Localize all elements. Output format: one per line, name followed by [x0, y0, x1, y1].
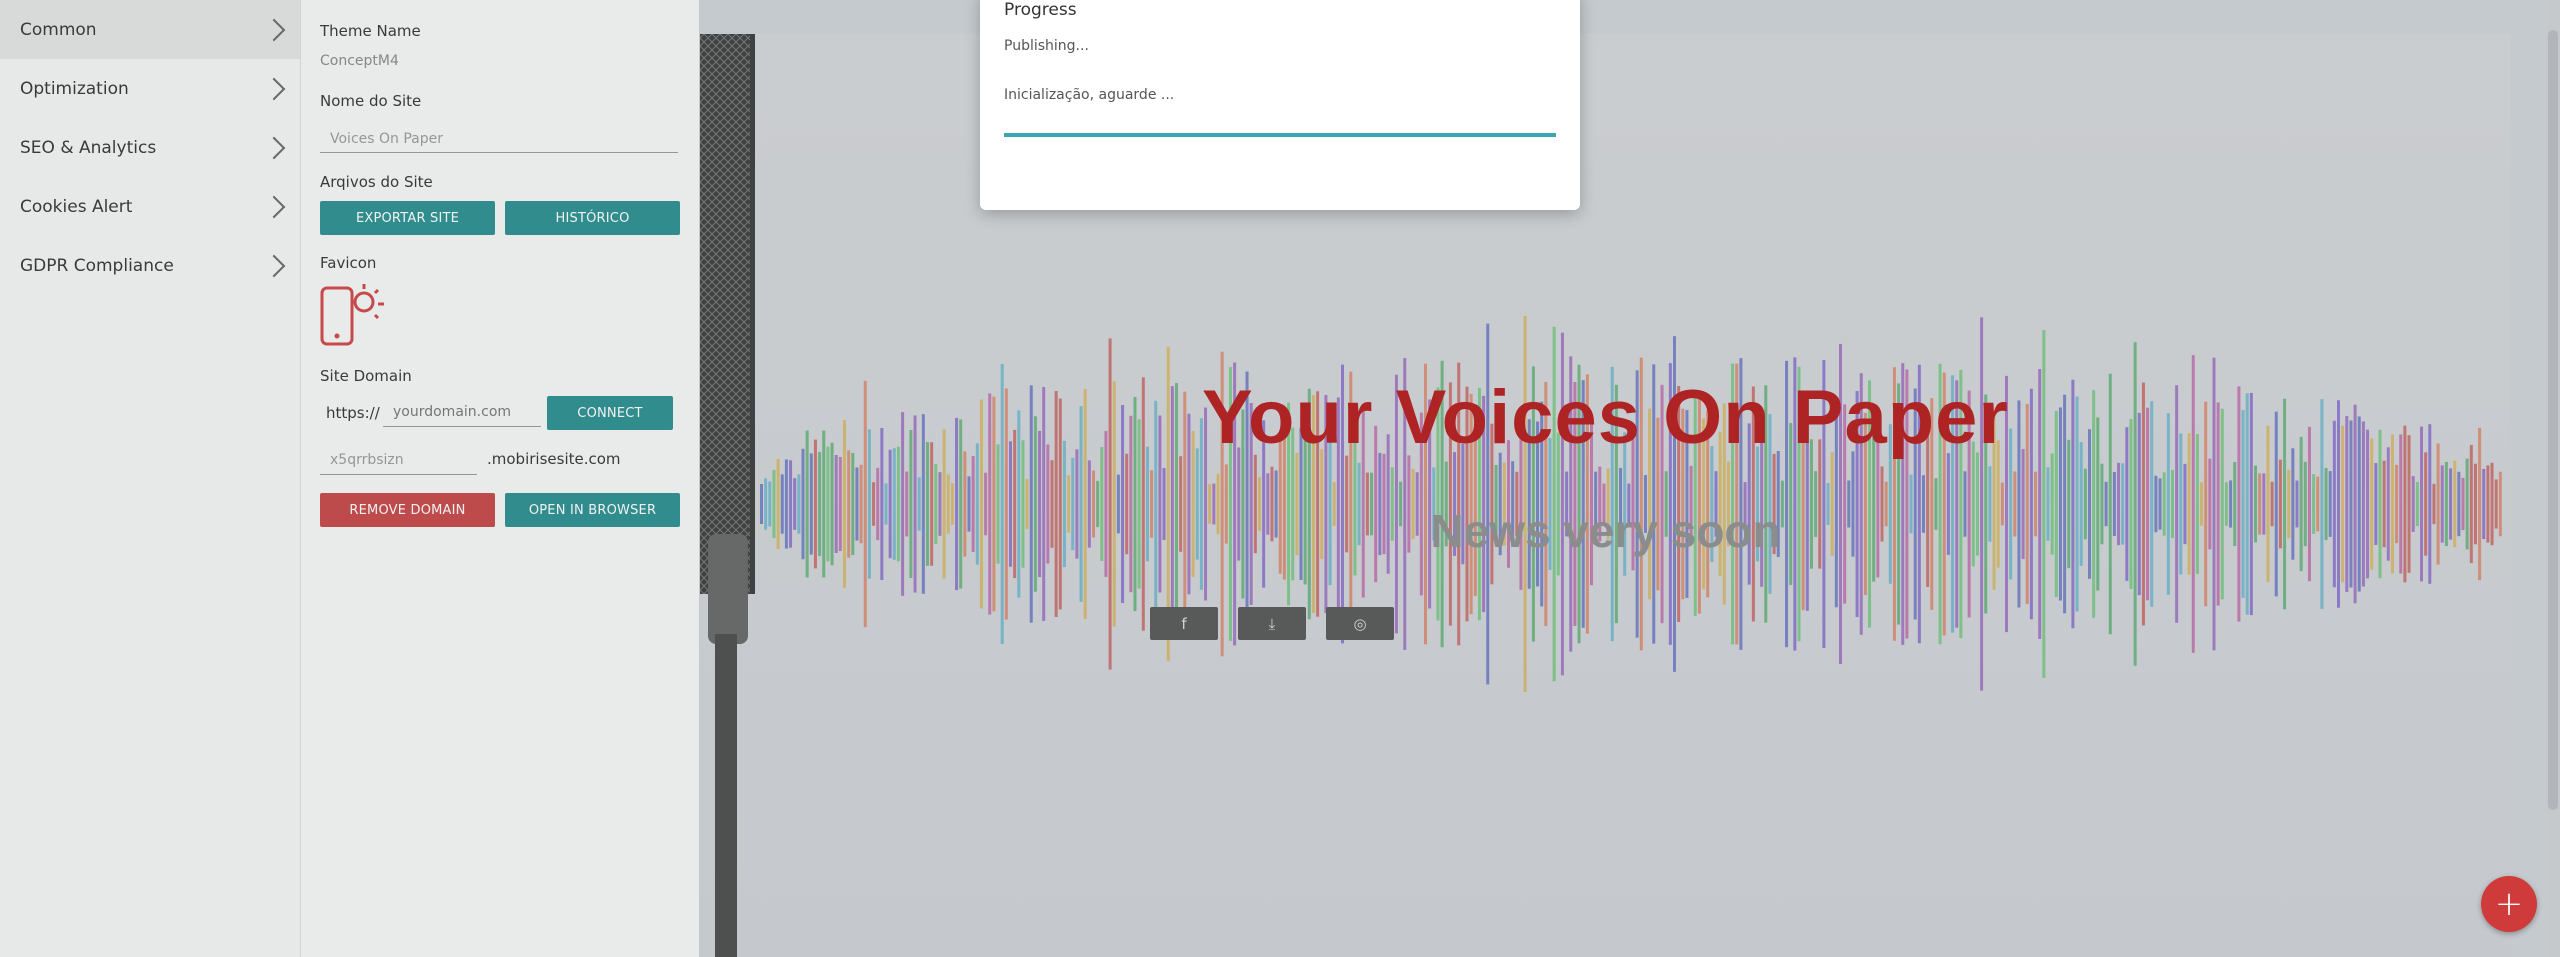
site-preview: Your Voices On Paper News very soon f ⤓ …	[700, 0, 2560, 957]
nav-item-seo-analytics[interactable]: SEO & Analytics	[0, 118, 300, 177]
hero-title: Your Voices On Paper	[1202, 375, 2009, 460]
nav-item-label: Common	[20, 19, 97, 40]
progress-dialog: Progress Publishing... Inicialização, ag…	[980, 0, 1580, 210]
instagram-button[interactable]: ◎	[1326, 607, 1394, 640]
plus-icon: +	[2494, 884, 2524, 924]
hero-section: Your Voices On Paper News very soon f ⤓ …	[700, 34, 2511, 957]
nav-item-common[interactable]: Common	[0, 0, 300, 59]
nav-item-cookies-alert[interactable]: Cookies Alert	[0, 177, 300, 236]
protocol-label: https://	[326, 404, 380, 422]
download-button[interactable]: ⤓	[1238, 607, 1306, 640]
favicon-image[interactable]	[320, 280, 390, 352]
facebook-button[interactable]: f	[1150, 607, 1218, 640]
add-block-button[interactable]: +	[2481, 876, 2537, 932]
site-name-label: Nome do Site	[320, 92, 422, 110]
progress-detail: Inicialização, aguarde ...	[1004, 87, 1175, 103]
chevron-right-icon	[262, 77, 286, 100]
nav-item-label: GDPR Compliance	[20, 255, 174, 276]
remove-domain-button[interactable]: REMOVE DOMAIN	[320, 493, 495, 527]
site-files-label: Arqivos do Site	[320, 173, 433, 191]
chevron-right-icon	[262, 254, 286, 277]
phone-idea-icon	[320, 284, 384, 346]
progress-bar-fill	[1004, 133, 1556, 137]
nav-item-label: Optimization	[20, 78, 129, 99]
dialog-title: Progress	[1004, 0, 1077, 20]
export-site-button[interactable]: EXPORTAR SITE	[320, 201, 495, 235]
favicon-label: Favicon	[320, 254, 377, 272]
site-name-input[interactable]	[320, 126, 678, 153]
settings-nav: Common Optimization SEO & Analytics Cook…	[0, 0, 301, 957]
nav-item-optimization[interactable]: Optimization	[0, 59, 300, 118]
nav-item-label: Cookies Alert	[20, 196, 133, 217]
page-scrollbar-thumb[interactable]	[2548, 30, 2558, 810]
common-settings-panel: Theme Name ConceptM4 Nome do Site Arqivo…	[301, 0, 700, 957]
connect-button[interactable]: CONNECT	[547, 396, 673, 430]
chevron-right-icon	[262, 18, 286, 41]
subdomain-input[interactable]	[320, 446, 477, 475]
facebook-icon: f	[1181, 614, 1187, 633]
hero-subtitle: News very soon	[1430, 505, 1781, 557]
history-button[interactable]: HISTÓRICO	[505, 201, 680, 235]
domain-input[interactable]	[383, 398, 541, 427]
theme-name-label: Theme Name	[320, 22, 421, 40]
subdomain-suffix: .mobirisesite.com	[487, 450, 621, 468]
download-icon: ⤓	[1268, 614, 1276, 633]
instagram-icon: ◎	[1353, 614, 1367, 633]
open-in-browser-button[interactable]: OPEN IN BROWSER	[505, 493, 680, 527]
progress-bar	[1004, 133, 1556, 137]
nav-item-label: SEO & Analytics	[20, 137, 157, 158]
nav-item-gdpr-compliance[interactable]: GDPR Compliance	[0, 236, 300, 295]
chevron-right-icon	[262, 136, 286, 159]
chevron-right-icon	[262, 195, 286, 218]
site-domain-label: Site Domain	[320, 367, 412, 385]
publishing-status: Publishing...	[1004, 38, 1089, 54]
theme-name-value: ConceptM4	[320, 53, 399, 69]
